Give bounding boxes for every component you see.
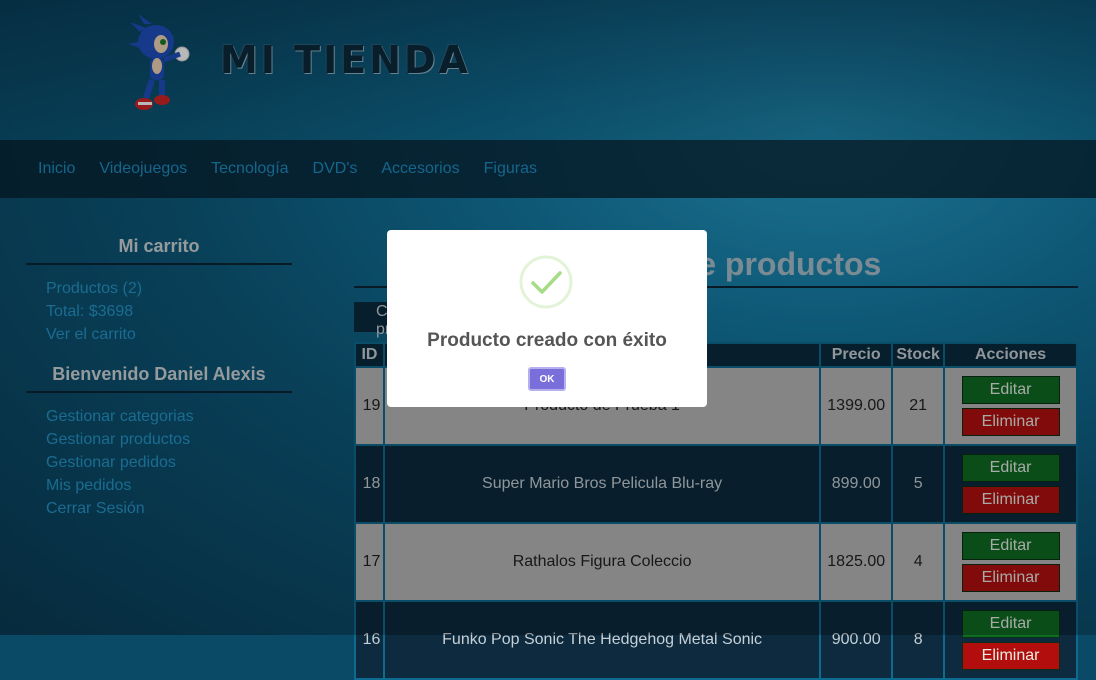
modal-message: Producto creado con éxito — [427, 330, 667, 351]
delete-button[interactable]: Eliminar — [961, 642, 1060, 670]
success-check-icon — [519, 255, 573, 309]
success-modal: Producto creado con éxito OK — [387, 230, 707, 407]
ok-button[interactable]: OK — [528, 367, 566, 391]
